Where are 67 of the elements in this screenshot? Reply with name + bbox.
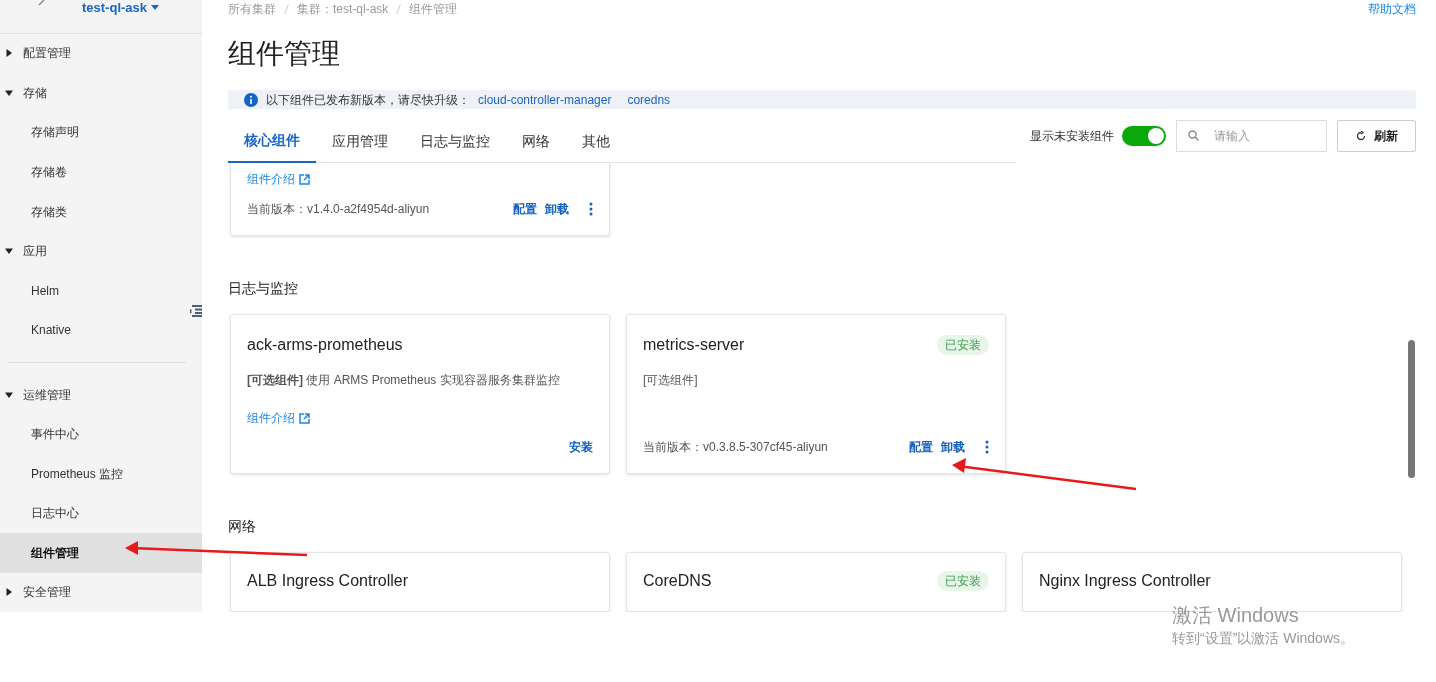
tab[interactable]: 网络 [506,120,566,163]
action-link[interactable]: 卸载 [545,200,569,218]
sidebar-item[interactable]: 组件管理 [0,533,202,573]
caret-down-icon [5,88,13,97]
activation-subtitle: 转到“设置”以激活 Windows。 [1172,629,1354,648]
caret-down-icon [5,247,13,256]
component-name: ack-arms-prometheus [247,335,403,355]
component-description: [可选组件] 使用 ARMS Prometheus 实现容器服务集群监控 [247,372,561,389]
action-link[interactable]: 卸载 [941,438,965,456]
section-title: 网络 [228,517,257,536]
action-link[interactable]: 配置 [513,200,537,218]
sidebar-item[interactable]: 存储类 [0,191,202,232]
sidebar-group[interactable]: 配置管理 [0,33,202,74]
info-icon [244,92,258,107]
scrollbar[interactable] [1408,340,1415,478]
external-link-icon [299,173,310,185]
search-icon [1188,130,1199,141]
sidebar-item[interactable]: 事件中心 [0,414,202,454]
tab[interactable]: 日志与监控 [404,120,506,163]
caret-down-icon [151,5,160,11]
status-badge: 已安装 [937,571,989,591]
external-link-icon [299,412,310,424]
cluster-selector[interactable]: test-ql-ask [58,0,160,16]
refresh-button[interactable]: 刷新 [1337,120,1416,152]
component-name: CoreDNS [643,571,712,591]
sidebar-group[interactable]: 应用 [0,231,202,271]
sidebar-item[interactable]: Prometheus 监控 [0,453,202,494]
refresh-icon [1355,131,1366,141]
status-badge: 已安装 [937,335,989,355]
component-name: metrics-server [643,335,745,355]
sidebar-item[interactable]: 日志中心 [0,493,202,533]
notice-link[interactable]: cloud-controller-manager [478,90,612,109]
notice-text: 以下组件已发布新版本，请尽快升级： [266,91,470,109]
toggle-label: 显示未安装组件 [1030,128,1114,145]
sidebar-item[interactable]: 存储卷 [0,152,202,192]
action-link[interactable]: 安装 [569,438,593,456]
component-description: [可选组件] [643,372,699,389]
intro-link[interactable]: 组件介绍 [247,409,593,427]
separator-icon [396,4,402,14]
more-icon[interactable] [589,202,593,216]
sidebar-item[interactable]: Helm [0,270,202,311]
version-text: 当前版本：v1.4.0-a2f4954d-aliyun [247,201,430,218]
more-icon[interactable] [985,440,989,454]
caret-right-icon [5,588,13,597]
notice-link[interactable]: coredns [627,90,671,109]
help-link[interactable]: 帮助文档 [1368,0,1416,18]
tab[interactable]: 其他 [566,120,626,163]
toggle-switch[interactable] [1122,126,1166,146]
tab[interactable]: 应用管理 [316,120,404,163]
intro-link[interactable]: 组件介绍 [247,170,593,188]
sidebar-group[interactable]: 存储 [0,73,202,113]
action-link[interactable]: 配置 [909,438,933,456]
search-field[interactable]: 请输入 [1176,120,1327,152]
sidebar-item[interactable]: Knative [0,310,202,350]
section-title: 日志与监控 [228,279,299,298]
version-text: 当前版本：v0.3.8.5-307cf45-aliyun [643,439,828,456]
activation-title: 激活 Windows [1172,603,1300,628]
separator-icon [284,4,289,14]
sidebar-group[interactable]: 运维管理 [0,374,202,415]
caret-down-icon [5,390,13,399]
collapse-icon[interactable] [190,305,202,317]
component-name: Nginx Ingress Controller [1039,571,1211,591]
sidebar-item[interactable]: 存储声明 [0,112,202,153]
page-title: 组件管理 [228,37,341,71]
sidebar-group[interactable]: 安全管理 [0,572,202,612]
caret-right-icon [5,49,13,58]
component-name: ALB Ingress Controller [247,571,408,591]
